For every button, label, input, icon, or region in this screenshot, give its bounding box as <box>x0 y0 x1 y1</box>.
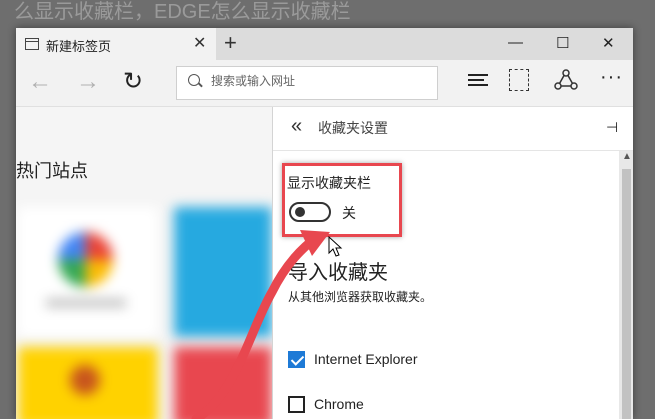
annotation-arrow <box>191 230 330 419</box>
mouse-cursor-icon <box>328 236 343 257</box>
